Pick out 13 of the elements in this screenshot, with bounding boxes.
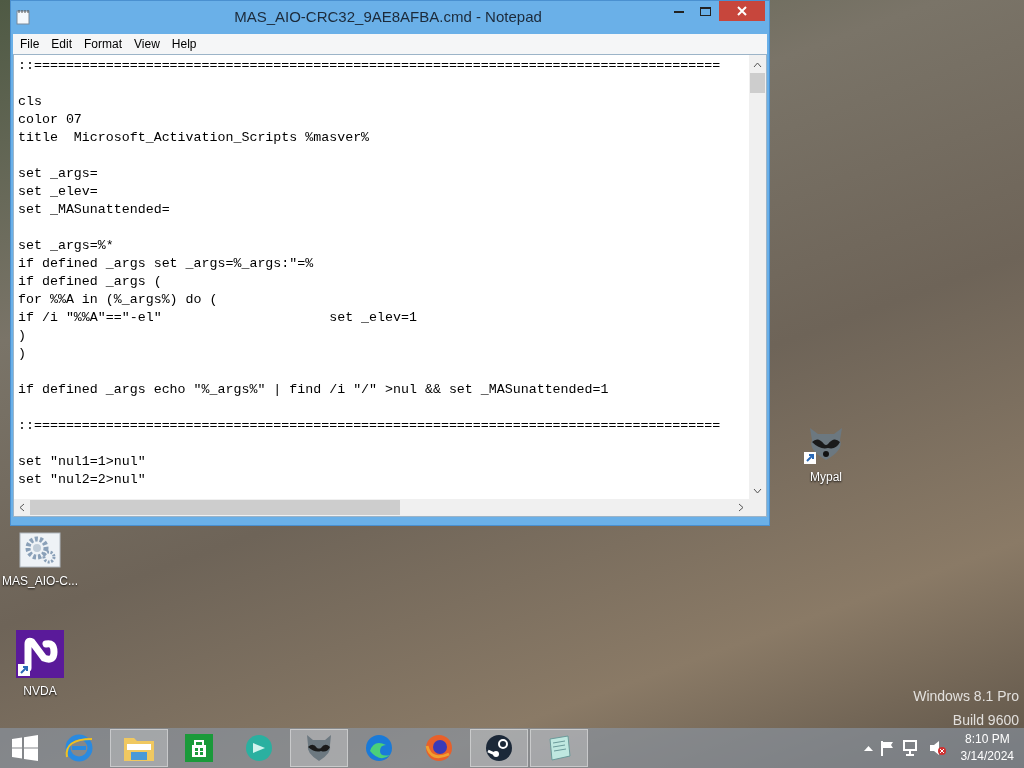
desktop-icon-label[interactable]: NVDA [23,682,57,700]
clock-date[interactable]: 3/14/2024 [960,748,1014,765]
build-label: Build 9600 [951,711,1019,730]
desktop-icon-label[interactable]: Mypal [810,468,842,486]
menu-item[interactable]: Edit [46,35,78,53]
menu-item[interactable]: Help [166,35,202,53]
window-title: MAS_AIO-CRC32_9AE8AFBA.cmd - Notepad [234,7,542,28]
edition-label: Windows 8.1 Pro [913,687,1019,706]
clock-time[interactable]: 8:10 PM [964,731,1010,748]
menu-item[interactable]: View [129,35,165,53]
menu-item[interactable]: File [15,35,45,53]
desktop-icon-label[interactable]: MAS_AIO-C... [2,572,78,590]
menu-item[interactable]: Format [79,35,128,53]
